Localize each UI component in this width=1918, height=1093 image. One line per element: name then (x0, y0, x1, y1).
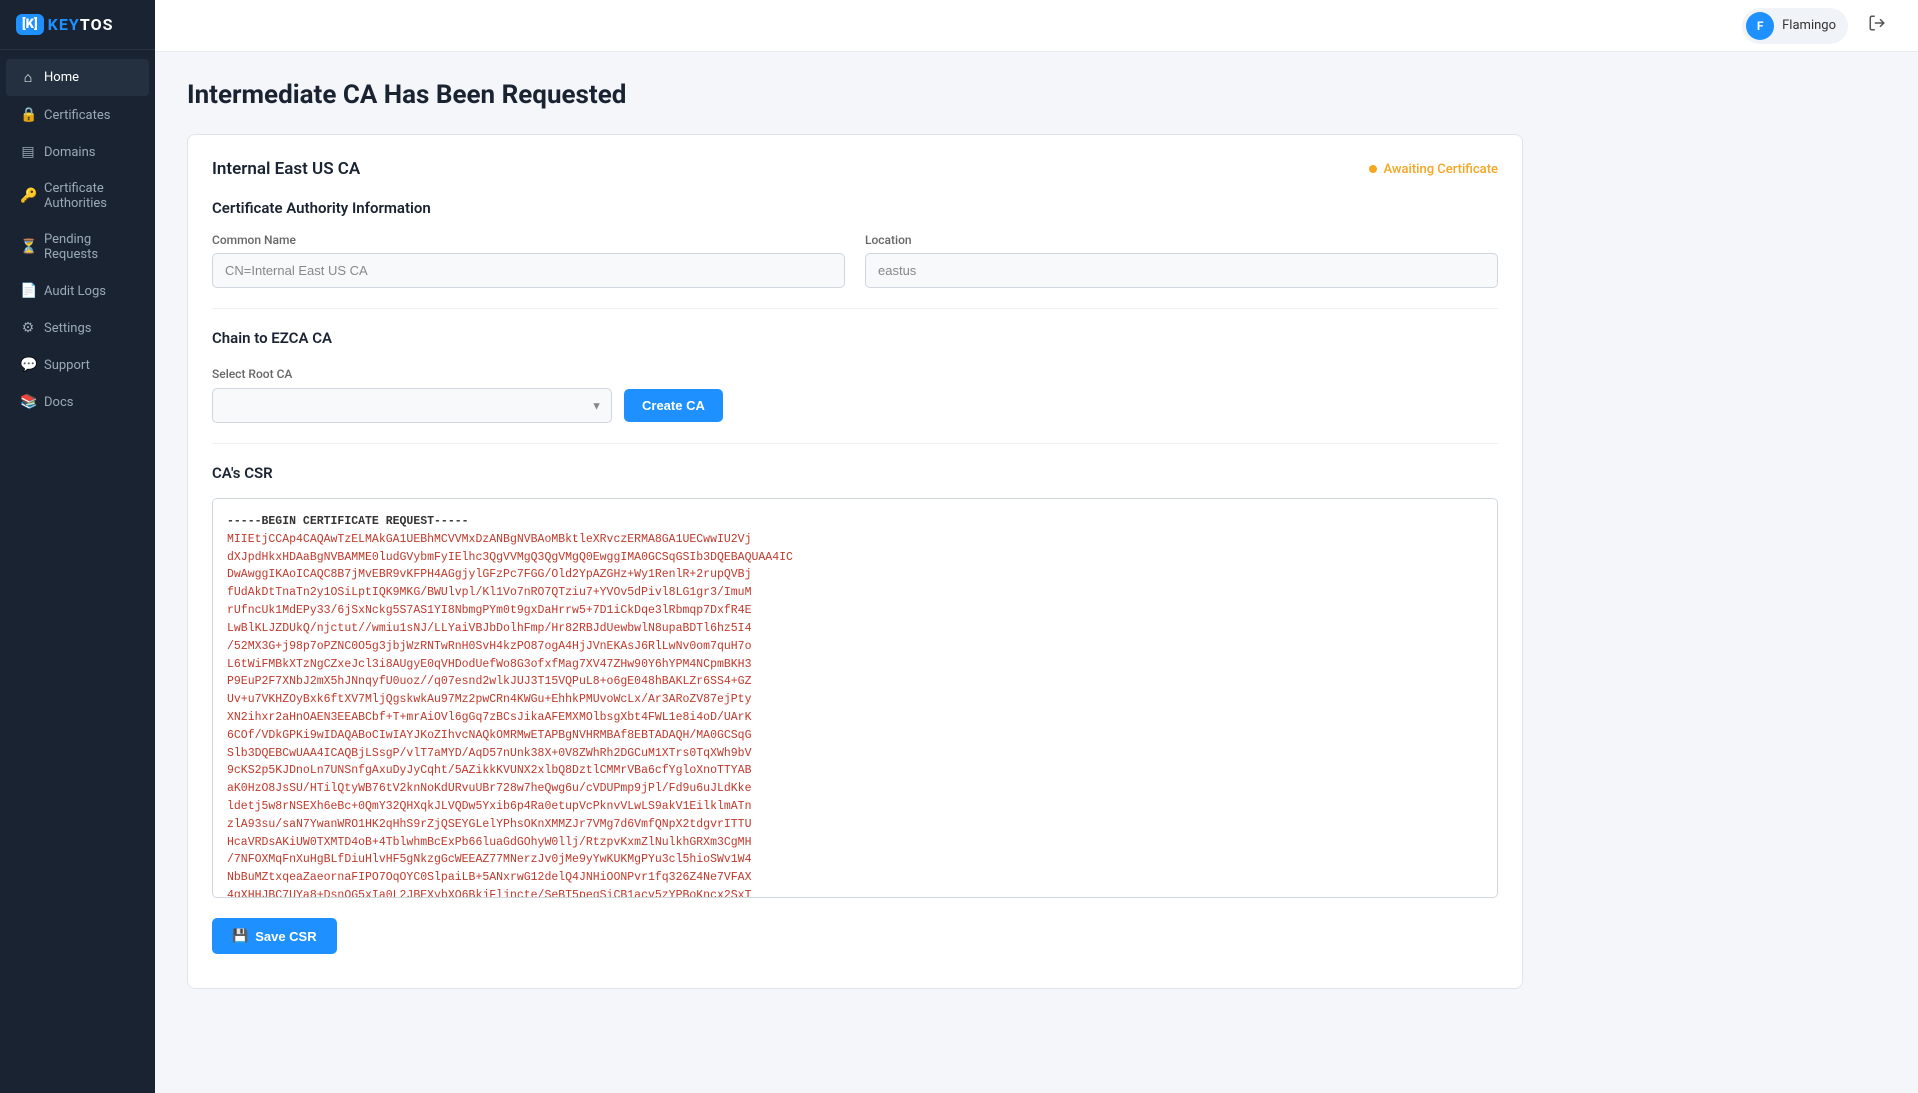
sidebar-item-certificate-authorities[interactable]: 🔑 Certificate Authorities (6, 171, 149, 221)
sidebar-item-label: Certificates (44, 108, 110, 123)
select-create-row: Select Root CA ▼ Create CA (212, 363, 1498, 423)
domains-icon: ▤ (20, 144, 36, 160)
pending-icon: ⏳ (20, 239, 36, 255)
page-title: Intermediate CA Has Been Requested (187, 80, 1523, 110)
top-bar: F Flamingo (155, 0, 1918, 52)
csr-section: CA's CSR -----BEGIN CERTIFICATE REQUEST-… (212, 443, 1498, 898)
root-ca-select-wrapper: ▼ (212, 388, 612, 423)
csr-title: CA's CSR (212, 464, 1498, 482)
location-group: Location (865, 233, 1498, 288)
card-header: Internal East US CA Awaiting Certificate (212, 159, 1498, 179)
ca-card: Internal East US CA Awaiting Certificate… (187, 134, 1523, 989)
sidebar-item-label: Domains (44, 145, 95, 160)
home-icon: ⌂ (20, 69, 36, 86)
sidebar-nav: ⌂ Home 🔒 Certificates ▤ Domains 🔑 Certif… (0, 50, 155, 1093)
common-name-group: Common Name (212, 233, 845, 288)
sidebar-item-label: Certificate Authorities (44, 181, 135, 211)
location-input[interactable] (865, 253, 1498, 288)
sidebar-item-domains[interactable]: ▤ Domains (6, 134, 149, 170)
csr-box: -----BEGIN CERTIFICATE REQUEST----- MIIE… (212, 498, 1498, 898)
status-badge: Awaiting Certificate (1369, 162, 1498, 177)
save-section: 💾 Save CSR (212, 898, 1498, 964)
chain-section: Chain to EZCA CA Select Root CA Select R… (212, 308, 1498, 423)
chain-title: Chain to EZCA CA (212, 329, 1498, 347)
card-title: Internal East US CA (212, 159, 360, 179)
sidebar-item-label: Settings (44, 321, 91, 336)
avatar: F (1746, 12, 1774, 40)
status-dot (1369, 165, 1377, 173)
main-content: F Flamingo Intermediate CA Has Been Requ… (155, 0, 1918, 1093)
audit-icon: 📄 (20, 283, 36, 299)
ca-info-section: Certificate Authority Information Common… (212, 199, 1498, 288)
sidebar-item-label: Docs (44, 395, 73, 410)
sidebar-item-settings[interactable]: ⚙ Settings (6, 310, 149, 346)
select-root-ca-label2: Select Root CA (212, 367, 292, 381)
root-ca-select[interactable] (212, 388, 612, 423)
status-label: Awaiting Certificate (1383, 162, 1498, 177)
page-content: Intermediate CA Has Been Requested Inter… (155, 52, 1555, 1017)
sidebar-item-certificates[interactable]: 🔒 Certificates (6, 97, 149, 133)
certificate-icon: 🔒 (20, 107, 36, 123)
support-icon: 💬 (20, 357, 36, 373)
save-icon: 💾 (232, 928, 248, 944)
sidebar-item-pending-requests[interactable]: ⏳ Pending Requests (6, 222, 149, 272)
logo-icon: [K] (16, 14, 44, 35)
sidebar-item-audit-logs[interactable]: 📄 Audit Logs (6, 273, 149, 309)
user-name: Flamingo (1782, 18, 1836, 33)
docs-icon: 📚 (20, 394, 36, 410)
csr-begin-marker: -----BEGIN CERTIFICATE REQUEST----- (227, 515, 469, 528)
sidebar-item-docs[interactable]: 📚 Docs (6, 384, 149, 420)
sidebar-item-label: Audit Logs (44, 284, 106, 299)
save-csr-button[interactable]: 💾 Save CSR (212, 918, 337, 954)
location-label: Location (865, 233, 1498, 247)
common-name-label: Common Name (212, 233, 845, 247)
logout-button[interactable] (1860, 10, 1894, 41)
create-ca-button[interactable]: Create CA (624, 389, 723, 422)
ca-icon: 🔑 (20, 188, 36, 204)
user-menu[interactable]: F Flamingo (1742, 8, 1848, 44)
sidebar-item-label: Support (44, 358, 90, 373)
csr-body: MIIEtjCCAp4CAQAwTzELMAkGA1UEBhMCVVMxDzAN… (227, 533, 793, 898)
sidebar: [K] KEYTOS ⌂ Home 🔒 Certificates ▤ Domai… (0, 0, 155, 1093)
sidebar-item-label: Pending Requests (44, 232, 135, 262)
sidebar-item-label: Home (44, 70, 79, 85)
logo: [K] KEYTOS (0, 0, 155, 50)
save-csr-label: Save CSR (255, 929, 316, 944)
settings-icon: ⚙ (20, 320, 36, 336)
select-btn-row: ▼ Create CA (212, 388, 1498, 423)
sidebar-item-support[interactable]: 💬 Support (6, 347, 149, 383)
sidebar-item-home[interactable]: ⌂ Home (6, 59, 149, 96)
ca-info-title: Certificate Authority Information (212, 199, 1498, 217)
logo-text: KEYTOS (48, 15, 114, 34)
ca-info-row: Common Name Location (212, 233, 1498, 288)
common-name-input[interactable] (212, 253, 845, 288)
